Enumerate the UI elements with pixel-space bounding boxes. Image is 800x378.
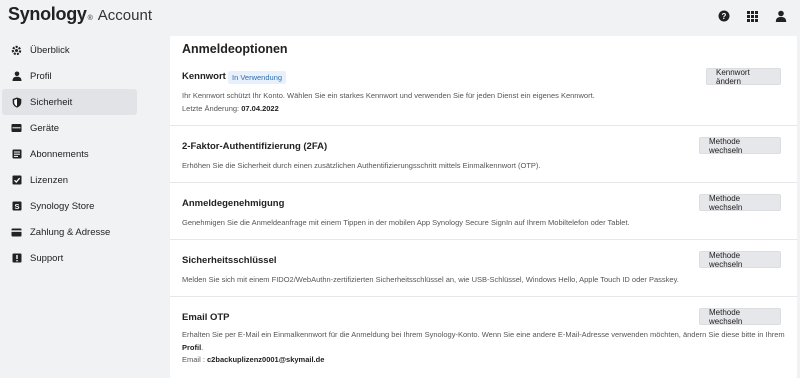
store-icon: S	[11, 201, 22, 212]
sidebar-item-geraete[interactable]: Geräte	[2, 115, 137, 141]
registered-mark: ®	[87, 15, 93, 22]
email-line: Email : c2backuplizenz0001@skymail.de	[182, 354, 785, 367]
sidebar-item-label: Geräte	[30, 122, 60, 134]
sidebar-item-label: Lizenzen	[30, 174, 69, 186]
sidebar-item-synology-store[interactable]: S Synology Store	[2, 193, 137, 219]
sidebar-item-profil[interactable]: Profil	[2, 63, 137, 89]
sidebar-item-label: Support	[30, 252, 64, 264]
support-icon	[11, 253, 22, 264]
sidebar-item-sicherheit[interactable]: Sicherheit	[2, 89, 137, 115]
page-title: Anmeldeoptionen	[182, 42, 288, 56]
shield-icon	[11, 97, 22, 108]
security-key-description: Melden Sie sich mit einem FIDO2/WebAuthn…	[182, 275, 679, 284]
svg-text:?: ?	[722, 12, 727, 21]
app-name: Account	[97, 7, 152, 24]
password-title: Kennwort	[182, 71, 226, 82]
email-otp-section: Email OTP Methode wechseln Erhalten Sie …	[170, 297, 797, 378]
subscriptions-icon	[11, 149, 22, 160]
status-badge: In Verwendung	[228, 71, 287, 84]
top-icons: ?	[714, 6, 800, 26]
twofa-description: Erhöhen Sie die Sicherheit durch einen z…	[182, 161, 541, 170]
last-change-value: 07.04.2022	[241, 103, 279, 113]
email-otp-title: Email OTP	[182, 312, 230, 323]
security-key-section: Sicherheitsschlüssel Methode wechseln Me…	[170, 240, 797, 297]
last-change-line: Letzte Änderung: 07.04.2022	[182, 103, 595, 116]
security-key-switch-method-button[interactable]: Methode wechseln	[699, 251, 781, 269]
main-panel: Anmeldeoptionen Kennwort In Verwendung K…	[170, 36, 797, 378]
sidebar-item-label: Sicherheit	[30, 96, 73, 108]
sidebar-item-support[interactable]: Support	[2, 245, 137, 271]
email-otp-description: Erhalten Sie per E-Mail ein Einmalkennwo…	[182, 329, 785, 367]
period: .	[201, 342, 204, 352]
email-otp-switch-method-button[interactable]: Methode wechseln	[699, 308, 781, 326]
profile-link[interactable]: Profil	[182, 343, 201, 352]
sidebar-item-ueberblick[interactable]: Überblick	[2, 37, 137, 63]
brand: Synology ® Account	[8, 4, 152, 25]
sidebar-item-label: Zahlung & Adresse	[30, 226, 111, 238]
license-icon	[11, 175, 22, 186]
profile-link-line: Profil.	[182, 342, 785, 355]
apps-grid-icon[interactable]	[742, 6, 762, 26]
sidebar-item-label: Abonnements	[30, 148, 89, 160]
twofa-switch-method-button[interactable]: Methode wechseln	[699, 137, 781, 155]
password-description: Ihr Kennwort schützt Ihr Konto. Wählen S…	[182, 90, 595, 115]
email-label: Email :	[182, 355, 205, 364]
password-section: Kennwort In Verwendung Kennwort ändern I…	[170, 62, 797, 126]
approval-title: Anmeldegenehmigung	[182, 198, 285, 209]
last-change-label: Letzte Änderung:	[182, 103, 240, 113]
email-otp-desc-text: Erhalten Sie per E-Mail ein Einmalkennwo…	[182, 330, 785, 339]
sidebar-item-label: Profil	[30, 70, 52, 82]
synology-logo[interactable]: Synology	[8, 4, 87, 25]
twofa-section: 2-Faktor-Authentifizierung (2FA) Methode…	[170, 126, 797, 183]
person-icon	[11, 71, 22, 82]
svg-text:S: S	[14, 202, 19, 211]
approval-section: Anmeldegenehmigung Methode wechseln Gene…	[170, 183, 797, 240]
top-bar: Synology ® Account ?	[0, 0, 800, 32]
settings-gear-icon	[11, 45, 22, 56]
payment-card-icon	[11, 227, 22, 238]
change-password-button[interactable]: Kennwort ändern	[706, 68, 781, 86]
sidebar-item-lizenzen[interactable]: Lizenzen	[2, 167, 137, 193]
sidebar-item-label: Synology Store	[30, 200, 95, 212]
help-icon[interactable]: ?	[714, 6, 734, 26]
device-icon	[11, 123, 22, 134]
email-value: c2backuplizenz0001@skymail.de	[207, 355, 325, 364]
sidebar-item-zahlung-adresse[interactable]: Zahlung & Adresse	[2, 219, 137, 245]
approval-switch-method-button[interactable]: Methode wechseln	[699, 194, 781, 212]
twofa-title: 2-Faktor-Authentifizierung (2FA)	[182, 141, 328, 152]
sidebar-item-abonnements[interactable]: Abonnements	[2, 141, 137, 167]
security-key-title: Sicherheitsschlüssel	[182, 255, 277, 266]
password-desc-text: Ihr Kennwort schützt Ihr Konto. Wählen S…	[182, 91, 595, 100]
sidebar-item-label: Überblick	[30, 44, 70, 56]
approval-description: Genehmigen Sie die Anmeldeanfrage mit ei…	[182, 218, 630, 227]
sidebar: Überblick Profil Sicherheit Geräte Abonn…	[0, 37, 140, 271]
account-icon[interactable]	[771, 6, 791, 26]
